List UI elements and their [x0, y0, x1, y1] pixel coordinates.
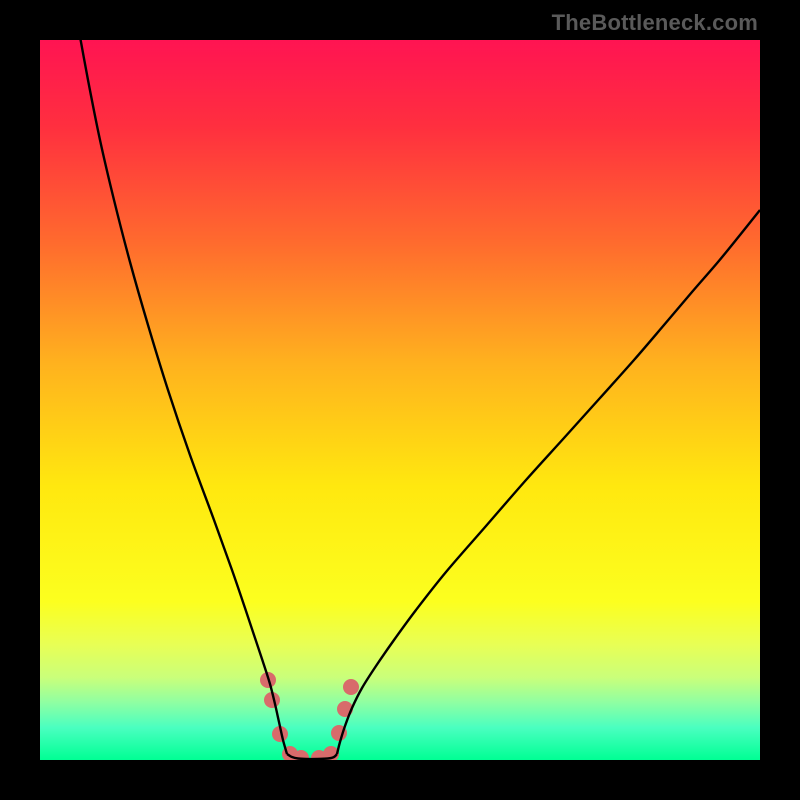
curve-right-branch	[337, 210, 760, 754]
chart-frame: TheBottleneck.com	[0, 0, 800, 800]
plot-area	[40, 40, 760, 760]
watermark-text: TheBottleneck.com	[552, 10, 758, 36]
curve-left-branch	[77, 40, 287, 754]
curve-marker	[343, 679, 359, 695]
marker-group	[260, 672, 359, 760]
curve-layer	[40, 40, 760, 760]
